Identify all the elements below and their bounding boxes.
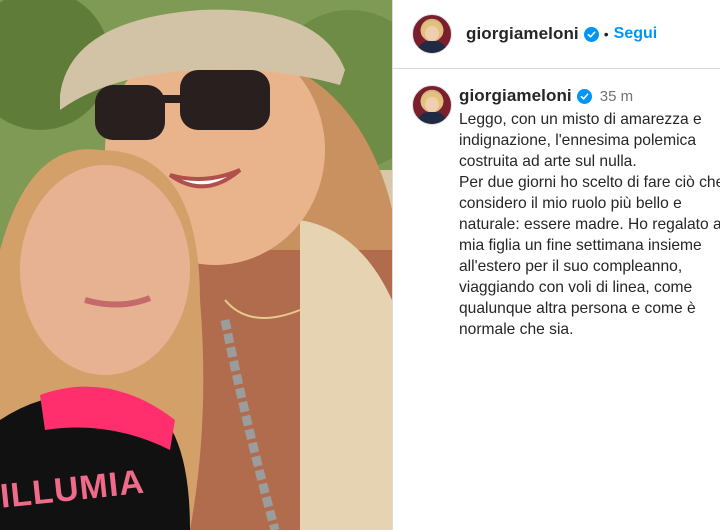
avatar-face [425,26,439,41]
caption-row: giorgiameloni 35 m Leggo, con un misto d… [393,83,720,340]
header-username[interactable]: giorgiameloni [466,24,579,44]
avatar-face [425,97,439,112]
post-photo[interactable]: ILLUMIA [0,0,392,530]
verified-badge-icon [583,26,599,42]
separator-dot: • [603,26,609,42]
caption-username[interactable]: giorgiameloni [459,86,572,106]
verified-badge-icon [576,88,592,104]
photo-illustration [0,0,392,530]
profile-avatar[interactable] [412,14,452,54]
caption-header: giorgiameloni 35 m [459,83,720,109]
post-caption-block: giorgiameloni 35 m Leggo, con un misto d… [393,69,720,340]
post-header: giorgiameloni • Segui [393,0,720,69]
caption-avatar[interactable] [412,85,452,125]
avatar-shoulders [417,41,447,53]
caption-text: Leggo, con un misto di amarezza e indign… [459,111,720,338]
post-timestamp[interactable]: 35 m [600,88,633,105]
caption-content: giorgiameloni 35 m Leggo, con un misto d… [459,83,720,340]
follow-button[interactable]: Segui [614,25,658,43]
avatar-shoulders [417,112,447,124]
post-side-panel: giorgiameloni • Segui giorgiameloni 35 m [393,0,720,530]
